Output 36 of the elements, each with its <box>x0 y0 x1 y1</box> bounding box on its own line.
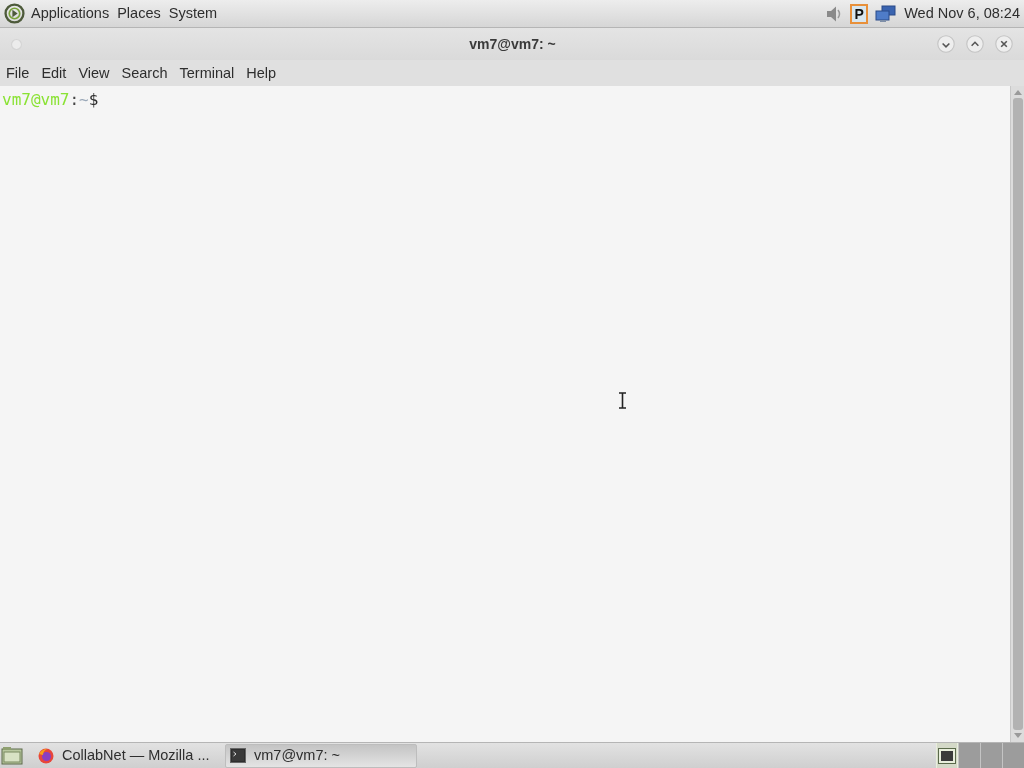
logo-icon[interactable] <box>4 3 25 24</box>
maximize-button[interactable] <box>966 35 984 53</box>
minimize-button[interactable] <box>937 35 955 53</box>
show-desktop-icon[interactable] <box>1 745 23 766</box>
taskbar-button[interactable]: CollabNet — Mozilla ... <box>33 743 221 768</box>
workspace-cell[interactable] <box>958 743 980 768</box>
browser-icon <box>38 747 54 764</box>
prompt-separator: : <box>69 90 80 110</box>
prompt-symbol: $ <box>88 90 99 110</box>
text-cursor-icon <box>618 392 627 409</box>
taskbar-button[interactable]: vm7@vm7: ~ <box>225 743 417 768</box>
terminal-thumbnail-icon <box>938 747 956 764</box>
panel-menu[interactable]: Applications <box>27 6 114 21</box>
terminal-icon <box>230 748 246 763</box>
panel-menu[interactable]: Places <box>113 6 165 21</box>
window-title: vm7@vm7: ~ <box>468 34 556 54</box>
menu-item[interactable]: Terminal <box>174 65 240 81</box>
menu-item[interactable]: View <box>73 65 115 81</box>
menu-item[interactable]: Help <box>241 65 282 81</box>
scrollbar[interactable] <box>1010 86 1024 742</box>
network-icon[interactable] <box>875 4 897 23</box>
menu-item[interactable]: File <box>1 65 35 81</box>
close-button[interactable] <box>995 35 1013 53</box>
panel-menu[interactable]: System <box>164 6 222 21</box>
prompt-path: ~ <box>79 90 89 110</box>
menu-item[interactable]: Search <box>116 65 173 81</box>
workspace-cell[interactable] <box>980 743 1002 768</box>
scrollbar-thumb[interactable] <box>1012 98 1023 730</box>
clock[interactable]: Wed Nov 6, 08:24 <box>904 6 1020 21</box>
window-icon[interactable] <box>11 38 22 50</box>
menu-item[interactable]: Edit <box>36 65 72 81</box>
prompt-user-host: vm7@vm7 <box>2 90 70 110</box>
workspace-cell[interactable] <box>1002 743 1024 768</box>
scroll-down-icon[interactable] <box>1012 732 1023 740</box>
p-indicator[interactable]: P <box>850 3 869 24</box>
scroll-up-icon[interactable] <box>1012 88 1023 96</box>
